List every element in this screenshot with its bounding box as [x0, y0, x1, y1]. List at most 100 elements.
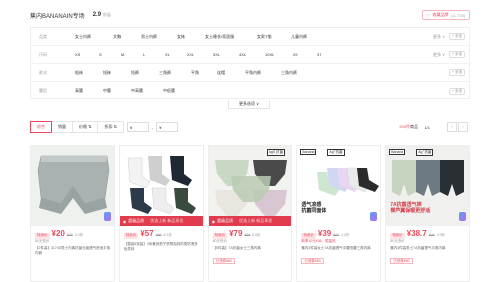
filter-option[interactable]: 平角内裤 — [245, 70, 261, 76]
next-page-button[interactable]: › — [458, 122, 468, 132]
product-title[interactable]: 【5件装】7A抗菌女士三角内裤 — [213, 246, 290, 251]
sort-tab-price[interactable]: 价格 ⇅ — [72, 121, 99, 133]
product-card[interactable]: AgS 抗菌 ◉ 超级品质 优选上新 新品享优 特卖价 ¥79 ¥99 8.0折… — [207, 145, 293, 282]
filter-option[interactable]: 儿童内裤 — [291, 34, 307, 40]
filter-option[interactable]: 2XL — [187, 52, 194, 57]
filter-option[interactable]: 船袜 — [75, 70, 83, 76]
coupon-tag: 已领券¥80 — [212, 258, 235, 264]
product-image[interactable]: Banana Ag⁺抗菌 7A抗菌透气棉 裸芦翼保暖更舒适 — [386, 146, 469, 226]
product-subtext: 新享10元¥36、限量抢 — [301, 239, 336, 243]
product-title[interactable]: 【2件装】3174S男士内裤抗菌无痕透气舒适平角内裤 — [35, 246, 112, 256]
brand-badge: Banana — [300, 149, 317, 155]
product-card[interactable]: Banana Ag⁺抗菌 7A抗菌透气棉 裸芦翼保暖更舒适 特卖价 ¥38.7 … — [385, 145, 470, 282]
filter-option[interactable]: 10XL — [265, 52, 274, 57]
price-row: 特卖价 ¥39 ¥92 4.2折 — [301, 229, 349, 239]
multi-select-button[interactable]: + 多选 — [449, 69, 465, 76]
filter-option[interactable]: XS — [75, 52, 80, 57]
filter-option[interactable]: 文胸 — [113, 34, 121, 40]
product-image[interactable]: ◉ 超级品质 优选上新 新品享优 — [119, 146, 203, 226]
filter-option[interactable]: 平角 — [191, 70, 199, 76]
discount-label: 8.0折 — [252, 233, 261, 237]
filter-label: 品类 — [39, 33, 47, 39]
badge-icon: ◉ — [122, 218, 127, 224]
sort-tab-overall[interactable]: 综合 — [30, 121, 52, 133]
price-row: 特卖价 ¥79 ¥99 8.0折 — [212, 229, 261, 239]
sort-bar: 综合 销量 价格 ⇅ 折扣 ⇅ ¥ - ¥ 200件商品 1/1 ‹ › — [30, 119, 470, 135]
store-score: 2.9 折起 — [92, 12, 112, 18]
boxer-briefs-image — [31, 146, 114, 226]
filter-option[interactable]: 短裤 — [131, 70, 139, 76]
multi-select-button[interactable]: + 多选 — [449, 33, 465, 40]
discount-label: 6.3折 — [163, 233, 172, 237]
filter-option[interactable]: L — [143, 52, 145, 57]
price-range-dash: - — [151, 124, 154, 130]
multi-select-button[interactable]: + 多选 — [449, 51, 465, 58]
product-subtext: 80天低价 — [35, 239, 50, 243]
filter-option[interactable]: 连帽 — [217, 70, 225, 76]
filter-option[interactable]: 女袜 — [177, 34, 185, 40]
product-image[interactable] — [31, 146, 114, 226]
multi-select-button[interactable]: + 多选 — [449, 87, 465, 95]
special-price-tag: 特卖价 — [301, 232, 316, 239]
prev-page-button[interactable]: ‹ — [447, 122, 457, 132]
page-indicator: 1/1 — [424, 124, 430, 130]
filter-label: 腰型 — [39, 88, 47, 93]
filter-option[interactable]: 37 — [317, 52, 321, 57]
filter-option[interactable]: XL — [165, 52, 170, 57]
filter-option[interactable]: 女士睡衣/家居服 — [205, 34, 234, 40]
product-card[interactable]: 特卖价 ¥20 ¥99 2.0折 80天低价 【2件装】3174S男士内裤抗菌无… — [30, 145, 115, 282]
chevron-left-icon: ‹ — [451, 124, 453, 130]
filter-option[interactable]: 女款T恤 — [257, 34, 271, 40]
coupon-tag: 已领券¥80 — [390, 258, 413, 264]
filter-row-waist: 腰型 高腰 中腰 中高腰 中低腰 + 多选 — [31, 82, 471, 100]
chevron-right-icon: › — [462, 124, 464, 130]
filter-option[interactable]: 女士内裤 — [75, 34, 91, 40]
filter-option[interactable]: M — [121, 52, 124, 57]
discount-label: 3.9折 — [436, 233, 445, 237]
original-price: ¥99 — [244, 233, 251, 237]
product-price: ¥79 — [229, 229, 243, 238]
antibacterial-badge: Ag⁺抗菌 — [327, 149, 345, 156]
product-card[interactable]: ◉ 超级品质 优选上新 新品享优 特卖价 ¥57 ¥89 6.3折 【整装6双装… — [118, 145, 204, 282]
filter-option[interactable]: 短袜 — [103, 70, 111, 76]
special-price-tag: 特卖价 — [212, 232, 228, 239]
filter-option[interactable]: 三角裤 — [159, 70, 171, 76]
product-title[interactable]: 蕉内3件装女士7A抗菌透气中腰低腰三角内裤 — [301, 246, 378, 251]
filter-option[interactable]: 高腰 — [75, 88, 83, 94]
sort-tab-sales[interactable]: 销量 — [51, 121, 73, 133]
product-title[interactable]: 蕉内3件装男士7A抗菌透气平角内裤 — [390, 246, 467, 251]
more-options-button[interactable]: 更多选项 ∨ — [228, 100, 270, 109]
briefs-image — [208, 146, 292, 226]
original-price: ¥92 — [333, 233, 340, 237]
brand-mini-badge — [370, 212, 378, 221]
filter-option[interactable]: 29 — [293, 52, 297, 57]
price-max-input[interactable]: ¥ — [156, 122, 179, 132]
sort-tab-discount[interactable]: 折扣 ⇅ — [97, 121, 124, 133]
filter-option[interactable]: 4XL — [239, 52, 246, 57]
more-toggle[interactable]: 更多 ∨ — [433, 34, 445, 40]
product-subtext: 80天低价 — [212, 239, 227, 243]
filter-option[interactable]: 中腰 — [103, 88, 111, 94]
product-card[interactable]: Banana Ag⁺抗菌 透气凉感 抗菌同面体 特卖价 ¥39 ¥92 4.2折… — [296, 145, 382, 282]
product-subtext: 80天低价 — [390, 239, 405, 243]
filter-label: 尺码 — [39, 51, 47, 57]
badge-icon: ◉ — [211, 218, 216, 224]
heart-icon: ♡ — [426, 12, 431, 18]
filter-option[interactable]: 男士内裤 — [141, 34, 157, 40]
filter-option[interactable]: 3XL — [213, 52, 220, 57]
filter-option[interactable]: S — [99, 52, 102, 57]
filter-option[interactable]: 三角内裤 — [281, 70, 297, 76]
filter-option[interactable]: 中高腰 — [131, 88, 143, 94]
product-title[interactable]: 【整装6双装】3系蕉袜男子低帮船袜防臭防滑多色男袜 — [124, 242, 201, 252]
product-image[interactable]: Banana Ag⁺抗菌 透气凉感 抗菌同面体 — [297, 146, 381, 226]
product-image[interactable]: AgS 抗菌 ◉ 超级品质 优选上新 新品享优 — [208, 146, 292, 226]
favorite-brand-button[interactable]: ♡ 收藏品牌 (11,728) — [422, 10, 470, 20]
special-price-tag: 特卖价 — [35, 232, 50, 239]
filter-option[interactable]: 中低腰 — [163, 88, 175, 94]
brand-badge: Banana — [389, 149, 406, 155]
special-price-tag: 特卖价 — [390, 232, 405, 239]
product-price: ¥20 — [51, 229, 65, 238]
price-min-input[interactable]: ¥ — [126, 122, 149, 132]
filter-row-style: 款式 船袜 短袜 短裤 三角裤 平角 连帽 平角内裤 三角内裤 + 多选 — [31, 64, 471, 82]
more-toggle[interactable]: 更多 ∨ — [433, 52, 445, 58]
